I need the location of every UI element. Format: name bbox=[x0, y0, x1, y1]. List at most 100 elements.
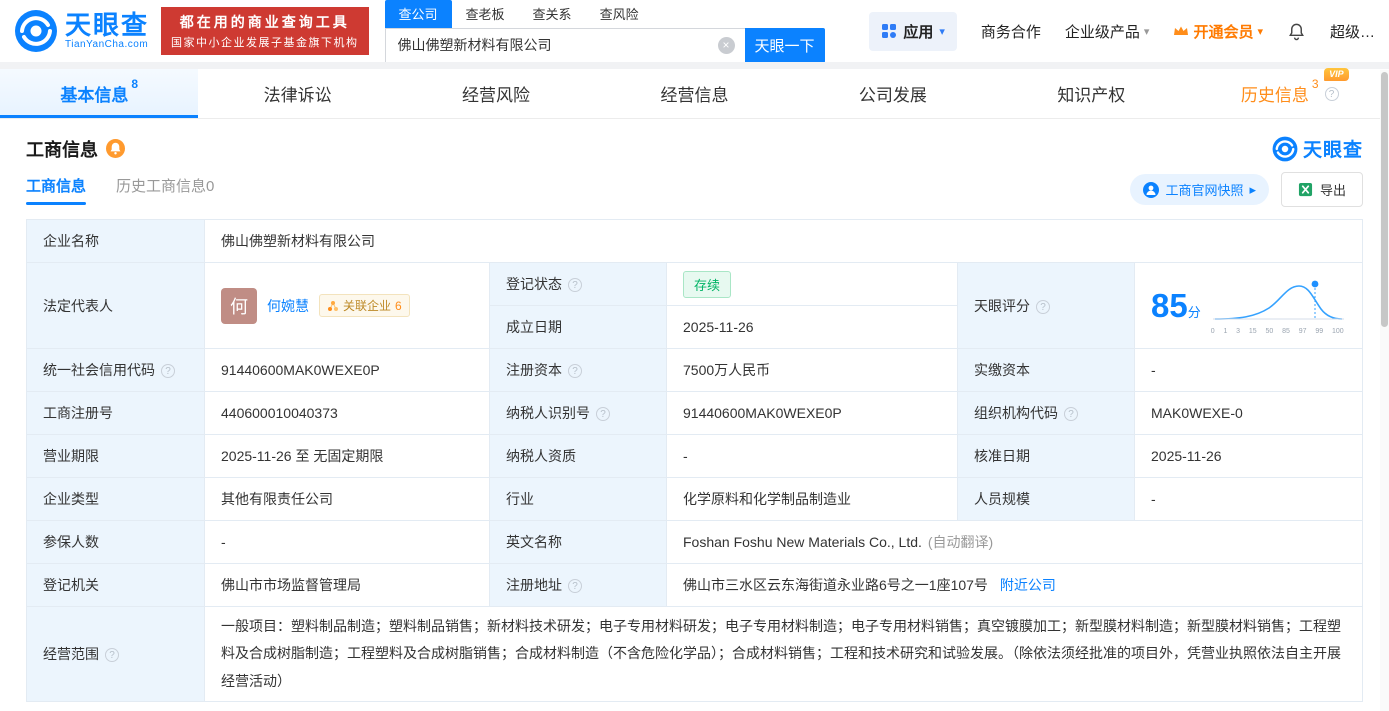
score-value: 85 bbox=[1151, 287, 1188, 324]
help-icon[interactable]: ? bbox=[105, 647, 119, 662]
help-icon[interactable]: ? bbox=[596, 407, 610, 421]
field-label: 登记状态? bbox=[489, 262, 667, 306]
table-row: 经营范围? 一般项目：塑料制品制造；塑料制品销售；新材料技术研发；电子专用材料研… bbox=[26, 606, 1363, 702]
table-row: 企业类型 其他有限责任公司 行业 化学原料和化学制品制造业 人员规模 - bbox=[26, 477, 1363, 521]
nav-open-membership[interactable]: 开通会员 ▾ bbox=[1173, 21, 1263, 42]
table-row: 营业期限 2025-11-26 至 无固定期限 纳税人资质 - 核准日期 202… bbox=[26, 434, 1363, 478]
field-value: - bbox=[1134, 348, 1363, 392]
search-button[interactable]: 天眼一下 bbox=[744, 27, 825, 62]
nav-business-cooperation[interactable]: 商务合作 bbox=[981, 21, 1041, 42]
tab-operation-info[interactable]: 经营信息 bbox=[595, 69, 793, 118]
field-label: 经营范围? bbox=[26, 606, 205, 702]
crown-icon bbox=[1174, 26, 1189, 35]
field-value: 91440600MAK0WEXE0P bbox=[666, 391, 958, 435]
field-label: 组织机构代码? bbox=[957, 391, 1135, 435]
chevron-down-icon: ▾ bbox=[939, 25, 945, 38]
tianyancha-watermark: 天眼查 bbox=[1272, 135, 1363, 162]
tab-company-development[interactable]: 公司发展 bbox=[794, 69, 992, 118]
header-nav: 应用 ▾ 商务合作 企业级产品 ▾ 开通会员 ▾ 超级… bbox=[869, 11, 1375, 51]
search-tab-relation[interactable]: 查关系 bbox=[519, 0, 586, 28]
table-row: 工商注册号 440600010040373 纳税人识别号? 91440600MA… bbox=[26, 391, 1363, 435]
chevron-down-icon: ▾ bbox=[1257, 25, 1263, 38]
clear-search-icon[interactable]: × bbox=[717, 36, 735, 54]
field-value: 85分 0 1 3 15 50 85 97 99 100 bbox=[1134, 262, 1363, 349]
subtab-business-info[interactable]: 工商信息 bbox=[26, 175, 87, 205]
monitor-bell-icon[interactable] bbox=[106, 139, 125, 158]
field-value: 何 何婉慧 关联企业 6 bbox=[204, 262, 490, 349]
network-icon bbox=[328, 300, 338, 311]
top-header: 天眼查 TianYanCha.com 都在用的商业查询工具 国家中小企业发展子基… bbox=[0, 0, 1389, 62]
related-companies-badge[interactable]: 关联企业 6 bbox=[319, 294, 410, 317]
help-icon[interactable]: ? bbox=[1064, 407, 1078, 421]
promo-banner-line1: 都在用的商业查询工具 bbox=[179, 14, 350, 30]
tab-legal-proceedings[interactable]: 法律诉讼 bbox=[198, 69, 396, 118]
search-tab-risk[interactable]: 查风险 bbox=[586, 0, 653, 28]
watermark-text: 天眼查 bbox=[1302, 140, 1363, 161]
legal-rep-link[interactable]: 何婉慧 bbox=[267, 296, 309, 316]
apps-grid-icon bbox=[882, 24, 897, 38]
tianyancha-logo-icon bbox=[15, 10, 57, 52]
field-label: 英文名称 bbox=[489, 520, 667, 564]
field-label: 参保人数 bbox=[26, 520, 205, 564]
status-badge: 存续 bbox=[683, 270, 732, 298]
company-tabs: 基本信息 8 法律诉讼 经营风险 经营信息 公司发展 知识产权 历史信息 3 VI… bbox=[0, 68, 1389, 119]
tab-operation-risk[interactable]: 经营风险 bbox=[397, 69, 595, 118]
score-distribution-chart: 0 1 3 15 50 85 97 99 100 bbox=[1211, 277, 1346, 335]
search-tabs: 查公司 查老板 查关系 查风险 bbox=[384, 0, 825, 28]
field-value: - bbox=[204, 520, 490, 564]
nav-enterprise-products[interactable]: 企业级产品 ▾ bbox=[1065, 21, 1150, 42]
search-input[interactable] bbox=[384, 27, 745, 62]
field-value: 2025-11-26 bbox=[1134, 434, 1363, 478]
table-row: 企业名称 佛山佛塑新材料有限公司 bbox=[26, 219, 1363, 263]
tab-history-info[interactable]: 历史信息 3 VIP ? bbox=[1191, 68, 1389, 118]
help-icon[interactable]: ? bbox=[568, 579, 582, 593]
bell-icon[interactable] bbox=[1287, 22, 1306, 41]
field-label: 纳税人识别号? bbox=[489, 391, 667, 435]
tab-basic-info[interactable]: 基本信息 8 bbox=[0, 69, 199, 118]
field-value: 一般项目：塑料制品制造；塑料制品销售；新材料技术研发；电子专用材料研发；电子专用… bbox=[204, 606, 1363, 702]
field-label: 成立日期 bbox=[489, 305, 667, 349]
tab-intellectual-property[interactable]: 知识产权 bbox=[992, 69, 1190, 118]
tianyancha-score[interactable]: 85分 0 1 3 15 50 85 97 99 100 bbox=[1151, 277, 1346, 335]
field-value: 佛山市市场监督管理局 bbox=[204, 563, 490, 607]
scrollbar-thumb[interactable] bbox=[1381, 72, 1388, 327]
search-tab-company[interactable]: 查公司 bbox=[384, 0, 452, 28]
person-icon bbox=[1143, 181, 1160, 198]
help-icon[interactable]: ? bbox=[568, 278, 582, 292]
chevron-down-icon: ▾ bbox=[1143, 25, 1150, 38]
main-content: 工商信息 天眼查 工商信息 历史工商信息0 工商官网快照 ▸ 导出 企业名称 佛… bbox=[0, 135, 1389, 702]
nearby-companies-link[interactable]: 附近公司 bbox=[1000, 577, 1056, 593]
search-area: 查公司 查老板 查关系 查风险 × 天眼一下 bbox=[384, 0, 825, 62]
nav-super-vip[interactable]: 超级… bbox=[1330, 21, 1375, 42]
tianyancha-logo[interactable]: 天眼查 TianYanCha.com bbox=[14, 9, 149, 53]
apps-menu[interactable]: 应用 ▾ bbox=[869, 11, 957, 51]
help-icon[interactable]: ? bbox=[1036, 299, 1050, 314]
field-value: 佛山佛塑新材料有限公司 bbox=[204, 219, 1363, 263]
field-value: 2025-11-26 bbox=[666, 305, 958, 349]
logo-domain: TianYanCha.com bbox=[65, 39, 149, 51]
field-value: - bbox=[1134, 477, 1363, 521]
field-label: 企业名称 bbox=[26, 219, 205, 263]
help-icon[interactable]: ? bbox=[1324, 86, 1339, 101]
field-value: 化学原料和化学制品制造业 bbox=[666, 477, 958, 521]
tab-count-badge: 3 bbox=[1311, 77, 1319, 91]
score-axis-ticks: 0 1 3 15 50 85 97 99 100 bbox=[1210, 327, 1344, 335]
official-snapshot-button[interactable]: 工商官网快照 ▸ bbox=[1130, 174, 1269, 205]
subtab-history-business-info[interactable]: 历史工商信息0 bbox=[116, 175, 214, 205]
field-value: 佛山市三水区云东海街道永业路6号之一1座107号 附近公司 bbox=[666, 563, 1363, 607]
promo-banner: 都在用的商业查询工具 国家中小企业发展子基金旗下机构 bbox=[161, 7, 369, 55]
help-icon[interactable]: ? bbox=[161, 364, 175, 378]
legal-rep-avatar[interactable]: 何 bbox=[221, 287, 257, 324]
promo-banner-line2: 国家中小企业发展子基金旗下机构 bbox=[171, 37, 359, 49]
field-value: 7500万人民币 bbox=[666, 348, 958, 392]
field-label: 注册地址? bbox=[489, 563, 667, 607]
export-button[interactable]: 导出 bbox=[1280, 172, 1363, 207]
field-label: 登记机关 bbox=[26, 563, 205, 607]
business-info-table: 企业名称 佛山佛塑新材料有限公司 法定代表人 何 何婉慧 关联企业 6 登记状态… bbox=[26, 219, 1363, 702]
search-tab-boss[interactable]: 查老板 bbox=[452, 0, 519, 28]
field-value: 440600010040373 bbox=[204, 391, 490, 435]
scrollbar[interactable] bbox=[1380, 70, 1389, 711]
field-label: 实缴资本 bbox=[957, 348, 1135, 392]
field-label: 核准日期 bbox=[957, 434, 1135, 478]
help-icon[interactable]: ? bbox=[568, 364, 582, 378]
